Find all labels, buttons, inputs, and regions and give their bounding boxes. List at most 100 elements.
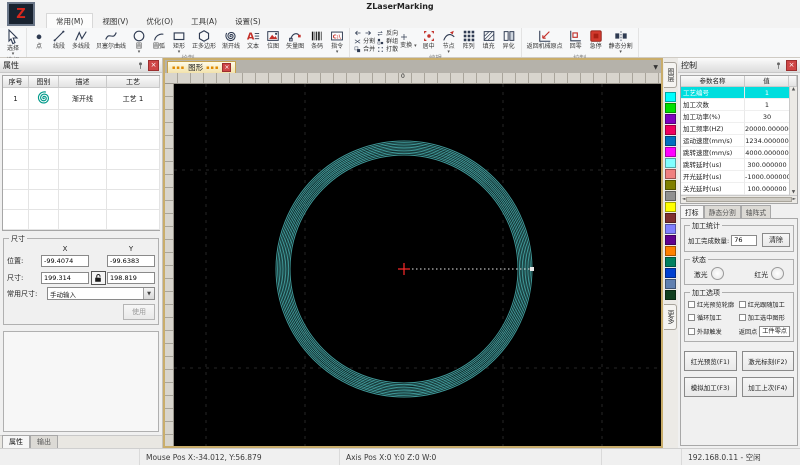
empty-object-row[interactable] — [3, 130, 159, 150]
position-y-input[interactable] — [107, 255, 155, 267]
param-row[interactable]: 运动速度(mm/s)1234.000000 — [681, 135, 797, 147]
layer-color-swatch[interactable] — [665, 246, 676, 256]
app-logo-icon[interactable]: Z — [7, 2, 35, 26]
tool-staticsplit[interactable]: 静态分割▾ — [606, 28, 636, 54]
param-row[interactable]: 加工频率(HZ)20000.000000 — [681, 123, 797, 135]
tool-center[interactable]: 居中 — [419, 28, 439, 54]
undo-redo-icons[interactable] — [354, 29, 375, 37]
pin-icon[interactable] — [135, 60, 146, 71]
checkbox-icon[interactable] — [688, 301, 695, 308]
action-button[interactable]: 加工上次(F4) — [742, 377, 795, 397]
layer-color-swatch[interactable] — [665, 147, 676, 157]
tab-properties[interactable]: 属性 — [2, 435, 30, 448]
tool-bitmap[interactable]: 位图 — [263, 28, 283, 50]
layer-color-swatch[interactable] — [665, 191, 676, 201]
layer-color-swatch[interactable] — [665, 92, 676, 102]
tool-estop[interactable]: 急停 — [586, 28, 606, 50]
explode-button[interactable]: 打散 — [377, 46, 398, 53]
tool-polygon[interactable]: 正多边形 — [189, 28, 219, 50]
layer-color-swatch[interactable] — [665, 103, 676, 113]
layer-color-swatch[interactable] — [665, 180, 676, 190]
tab-list-chevron-icon[interactable]: ▼ — [653, 64, 658, 71]
layer-color-swatch[interactable] — [665, 257, 676, 267]
document-close-icon[interactable]: × — [222, 63, 231, 72]
tab-axis-array[interactable]: 轴阵式 — [741, 205, 771, 218]
size-x-input[interactable] — [41, 272, 89, 284]
tool-text[interactable]: A文本 — [243, 28, 263, 50]
layer-color-swatch[interactable] — [665, 235, 676, 245]
param-row[interactable]: 跳转延时(us)300.000000 — [681, 159, 797, 171]
layer-color-swatch[interactable] — [665, 290, 676, 300]
more-vertical-tab[interactable]: 更多 — [664, 304, 677, 330]
tool-cursor[interactable]: 选择▾ — [2, 28, 24, 56]
layer-color-swatch[interactable] — [665, 169, 676, 179]
checkbox-option[interactable]: 红光跟随加工 — [739, 300, 790, 309]
empty-object-row[interactable] — [3, 170, 159, 190]
object-row[interactable]: 1 渐开线 工艺 1 — [3, 88, 159, 110]
action-button[interactable]: 模拟加工(F3) — [684, 377, 737, 397]
tool-barcode[interactable]: 条码 — [307, 28, 327, 50]
layer-color-swatch[interactable] — [665, 158, 676, 168]
tool-spiral[interactable]: 渐开线 — [219, 28, 243, 50]
param-row[interactable]: 工艺编号1 — [681, 87, 797, 99]
empty-object-row[interactable] — [3, 150, 159, 170]
layer-color-swatch[interactable] — [665, 279, 676, 289]
tool-point[interactable]: 点 — [29, 28, 49, 50]
layer-color-swatch[interactable] — [665, 114, 676, 124]
menu-tab-tools[interactable]: 工具(A) — [182, 14, 226, 28]
tool-arc[interactable]: 圆弧 — [149, 28, 169, 50]
checkbox-option[interactable]: 红光预览轮廓 — [688, 300, 737, 309]
checkbox-icon[interactable] — [688, 314, 695, 321]
empty-object-row[interactable] — [3, 190, 159, 210]
position-x-input[interactable] — [41, 255, 89, 267]
layer-color-swatch[interactable] — [665, 224, 676, 234]
pin-icon[interactable] — [773, 60, 784, 71]
param-row[interactable]: 加工次数1 — [681, 99, 797, 111]
empty-object-row[interactable] — [3, 110, 159, 130]
checkbox-option[interactable]: 外部触发 — [688, 326, 737, 337]
tool-polyline[interactable]: 多线段 — [69, 28, 93, 50]
tool-bezier[interactable]: 贝塞尔曲线 — [93, 28, 129, 50]
empty-object-row[interactable] — [3, 210, 159, 230]
close-icon[interactable]: × — [148, 60, 159, 71]
apply-button[interactable]: 使用 — [123, 304, 155, 320]
checkbox-icon[interactable] — [739, 301, 746, 308]
tool-command[interactable]: C:\指令▾ — [327, 28, 347, 54]
param-row[interactable]: 加工功率(%)30 — [681, 111, 797, 123]
common-size-select[interactable]: 手动输入 ▼ — [47, 287, 155, 300]
done-count-input[interactable] — [731, 235, 757, 246]
menu-tab-optimize[interactable]: 优化(O) — [137, 14, 182, 28]
tab-marking[interactable]: 打标 — [680, 205, 704, 218]
tool-line[interactable]: 线段 — [49, 28, 69, 50]
tool-home[interactable]: 返回机械原点 — [524, 28, 566, 50]
transform-extra-icons[interactable] — [400, 33, 417, 41]
tool-circle[interactable]: 圆▾ — [129, 28, 149, 54]
size-y-input[interactable] — [107, 272, 155, 284]
split-button[interactable]: 分割 — [354, 38, 375, 45]
layer-color-swatch[interactable] — [665, 213, 676, 223]
transform-button[interactable]: 变换▾ — [400, 42, 417, 49]
tool-differ[interactable]: 异化 — [499, 28, 519, 54]
close-icon[interactable]: × — [786, 60, 797, 71]
tool-array[interactable]: 阵列 — [459, 28, 479, 54]
menu-tab-settings[interactable]: 设置(S) — [226, 14, 270, 28]
checkbox-option[interactable]: 循环加工 — [688, 313, 737, 322]
tab-output[interactable]: 输出 — [30, 435, 58, 448]
param-row[interactable]: 关光延时(us)100.000000 — [681, 183, 797, 195]
tool-fill[interactable]: 填充 — [479, 28, 499, 54]
tool-rect[interactable]: 矩形▾ — [169, 28, 189, 54]
reverse-button[interactable]: 反向 — [377, 30, 398, 37]
param-row[interactable]: 跳转速度(mm/s)4000.000000 — [681, 147, 797, 159]
tab-static-split[interactable]: 静态分割 — [704, 205, 741, 218]
param-hscrollbar[interactable]: ◄► — [681, 195, 797, 203]
tool-node[interactable]: 节点▾ — [439, 28, 459, 54]
layers-vertical-tab[interactable]: 图层 — [664, 62, 677, 88]
param-row[interactable]: 开光延时(us)-1000.000000 — [681, 171, 797, 183]
layer-color-swatch[interactable] — [665, 268, 676, 278]
document-tab[interactable]: ▪▪▪ 图形 ▪▪▪ × — [167, 61, 236, 73]
merge-button[interactable]: 合并 — [354, 46, 375, 53]
group-button[interactable]: 群组 — [377, 38, 398, 45]
layer-color-swatch[interactable] — [665, 202, 676, 212]
drawing-canvas[interactable] — [174, 84, 661, 446]
action-button[interactable]: 红光预览(F1) — [684, 351, 737, 371]
